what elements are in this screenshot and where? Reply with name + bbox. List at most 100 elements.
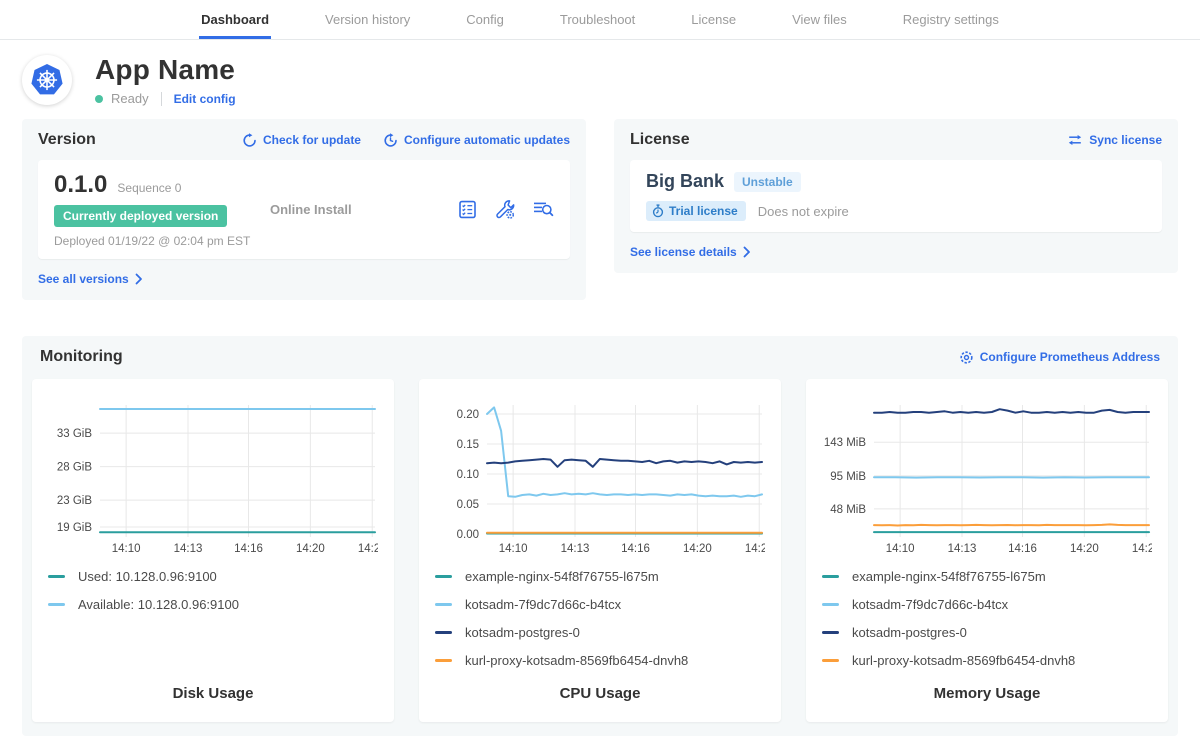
tab-version-history[interactable]: Version history <box>323 0 412 39</box>
svg-text:48 MiB: 48 MiB <box>830 504 866 516</box>
clock-schedule-icon <box>383 133 398 148</box>
cpu-chart-card: 14:1014:1314:1614:2014:230.200.150.100.0… <box>419 379 781 722</box>
license-card-title: License <box>630 131 690 149</box>
legend-item: example-nginx-54f8f76755-l675m <box>822 569 1152 584</box>
configure-automatic-updates-link[interactable]: Configure automatic updates <box>383 133 570 148</box>
tab-registry-settings[interactable]: Registry settings <box>901 0 1001 39</box>
legend-label: kurl-proxy-kotsadm-8569fb6454-dnvh8 <box>852 653 1075 668</box>
svg-text:14:16: 14:16 <box>621 543 650 555</box>
svg-text:143 MiB: 143 MiB <box>824 437 867 449</box>
license-panel: Big Bank Unstable Trial license Does not… <box>630 160 1162 232</box>
trial-license-badge: Trial license <box>646 201 746 221</box>
disk-chart-title: Disk Usage <box>48 685 378 708</box>
sync-arrows-icon <box>1067 134 1083 146</box>
legend-dash-icon <box>48 575 65 578</box>
current-version-panel: 0.1.0 Sequence 0 Currently deployed vers… <box>38 160 570 259</box>
disk-chart: 14:1014:1314:1614:2014:2333 GiB28 GiB23 … <box>48 391 378 559</box>
svg-text:0.10: 0.10 <box>457 469 479 481</box>
legend-label: Used: 10.128.0.96:9100 <box>78 569 217 584</box>
tab-config[interactable]: Config <box>464 0 506 39</box>
divider <box>161 92 162 106</box>
edit-config-wrench-icon[interactable] <box>494 199 516 220</box>
svg-text:14:10: 14:10 <box>499 543 528 555</box>
disk-legend: Used: 10.128.0.96:9100 Available: 10.128.… <box>48 569 378 625</box>
channel-badge: Unstable <box>734 172 801 192</box>
legend-dash-icon <box>435 659 452 662</box>
license-card: License Sync license Big Bank Unstable <box>614 119 1178 273</box>
refresh-icon <box>242 133 257 148</box>
status-dot-icon <box>95 95 103 103</box>
tab-troubleshoot[interactable]: Troubleshoot <box>558 0 637 39</box>
svg-text:0.15: 0.15 <box>457 439 479 451</box>
legend-label: example-nginx-54f8f76755-l675m <box>852 569 1046 584</box>
install-type-label: Online Install <box>270 202 457 217</box>
svg-text:14:13: 14:13 <box>948 543 977 555</box>
check-for-update-link[interactable]: Check for update <box>242 133 361 148</box>
cpu-legend: example-nginx-54f8f76755-l675m kotsadm-7f… <box>435 569 765 681</box>
tab-view-files[interactable]: View files <box>790 0 849 39</box>
svg-text:95 MiB: 95 MiB <box>830 471 866 483</box>
kubernetes-logo-icon <box>22 55 72 105</box>
preflight-checks-icon[interactable] <box>457 199 478 220</box>
deployed-version-badge: Currently deployed version <box>54 205 227 227</box>
see-all-versions-link[interactable]: See all versions <box>38 272 143 286</box>
sync-license-link[interactable]: Sync license <box>1067 133 1162 147</box>
svg-text:33 GiB: 33 GiB <box>57 428 92 440</box>
monitoring-title: Monitoring <box>40 348 123 366</box>
charts-row: 14:10 14:13 14:16 14:20 14:23 33 GiB 28 GiB 23 … <box>32 379 1168 722</box>
app-header: App Name Ready Edit config <box>0 54 1200 106</box>
svg-text:0.05: 0.05 <box>457 499 479 511</box>
gear-icon <box>959 350 974 365</box>
memory-chart-title: Memory Usage <box>822 685 1152 708</box>
svg-text:14:23: 14:23 <box>1132 543 1152 555</box>
top-nav: Dashboard Version history Config Troublesho… <box>0 0 1200 40</box>
svg-text:0.20: 0.20 <box>457 409 479 421</box>
legend-item: example-nginx-54f8f76755-l675m <box>435 569 765 584</box>
legend-label: kotsadm-7f9dc7d66c-b4tcx <box>852 597 1008 612</box>
chevron-right-icon <box>743 246 751 258</box>
license-expiry: Does not expire <box>758 204 849 219</box>
see-license-details-link[interactable]: See license details <box>630 245 751 259</box>
sequence-label: Sequence 0 <box>117 181 181 195</box>
legend-dash-icon <box>822 631 839 634</box>
app-status: Ready <box>111 91 149 106</box>
svg-text:14:13: 14:13 <box>561 543 590 555</box>
configure-prometheus-link[interactable]: Configure Prometheus Address <box>959 350 1160 365</box>
svg-text:28 GiB: 28 GiB <box>57 462 92 474</box>
stopwatch-icon <box>652 204 664 218</box>
tab-dashboard[interactable]: Dashboard <box>199 0 271 39</box>
legend-label: kurl-proxy-kotsadm-8569fb6454-dnvh8 <box>465 653 688 668</box>
legend-dash-icon <box>435 631 452 634</box>
version-card-title: Version <box>38 131 96 149</box>
customer-name: Big Bank <box>646 171 724 192</box>
svg-text:14:13: 14:13 <box>174 543 203 555</box>
memory-legend: example-nginx-54f8f76755-l675m kotsadm-7f… <box>822 569 1152 681</box>
legend-label: example-nginx-54f8f76755-l675m <box>465 569 659 584</box>
legend-item: kotsadm-postgres-0 <box>822 625 1152 640</box>
edit-config-link[interactable]: Edit config <box>174 92 236 106</box>
svg-text:14:10: 14:10 <box>886 543 915 555</box>
version-number: 0.1.0 <box>54 171 107 199</box>
legend-label: kotsadm-7f9dc7d66c-b4tcx <box>465 597 621 612</box>
legend-dash-icon <box>822 603 839 606</box>
svg-text:14:16: 14:16 <box>234 543 263 555</box>
svg-text:19 GiB: 19 GiB <box>57 522 92 534</box>
svg-text:14:23: 14:23 <box>358 543 378 555</box>
legend-item: kurl-proxy-kotsadm-8569fb6454-dnvh8 <box>435 653 765 668</box>
legend-dash-icon <box>822 659 839 662</box>
svg-text:23 GiB: 23 GiB <box>57 495 92 507</box>
cpu-chart: 14:1014:1314:1614:2014:230.200.150.100.0… <box>435 391 765 559</box>
app-title: App Name <box>95 54 236 86</box>
svg-text:14:20: 14:20 <box>296 543 325 555</box>
deploy-logs-icon[interactable] <box>532 200 554 219</box>
legend-label: Available: 10.128.0.96:9100 <box>78 597 239 612</box>
legend-item: kurl-proxy-kotsadm-8569fb6454-dnvh8 <box>822 653 1152 668</box>
svg-text:14:20: 14:20 <box>1070 543 1099 555</box>
tab-license[interactable]: License <box>689 0 738 39</box>
legend-item: Available: 10.128.0.96:9100 <box>48 597 378 612</box>
memory-chart-card: 14:1014:1314:1614:2014:23143 MiB95 MiB48… <box>806 379 1168 722</box>
svg-text:14:20: 14:20 <box>683 543 712 555</box>
cpu-chart-title: CPU Usage <box>435 685 765 708</box>
legend-item: kotsadm-7f9dc7d66c-b4tcx <box>822 597 1152 612</box>
legend-dash-icon <box>822 575 839 578</box>
